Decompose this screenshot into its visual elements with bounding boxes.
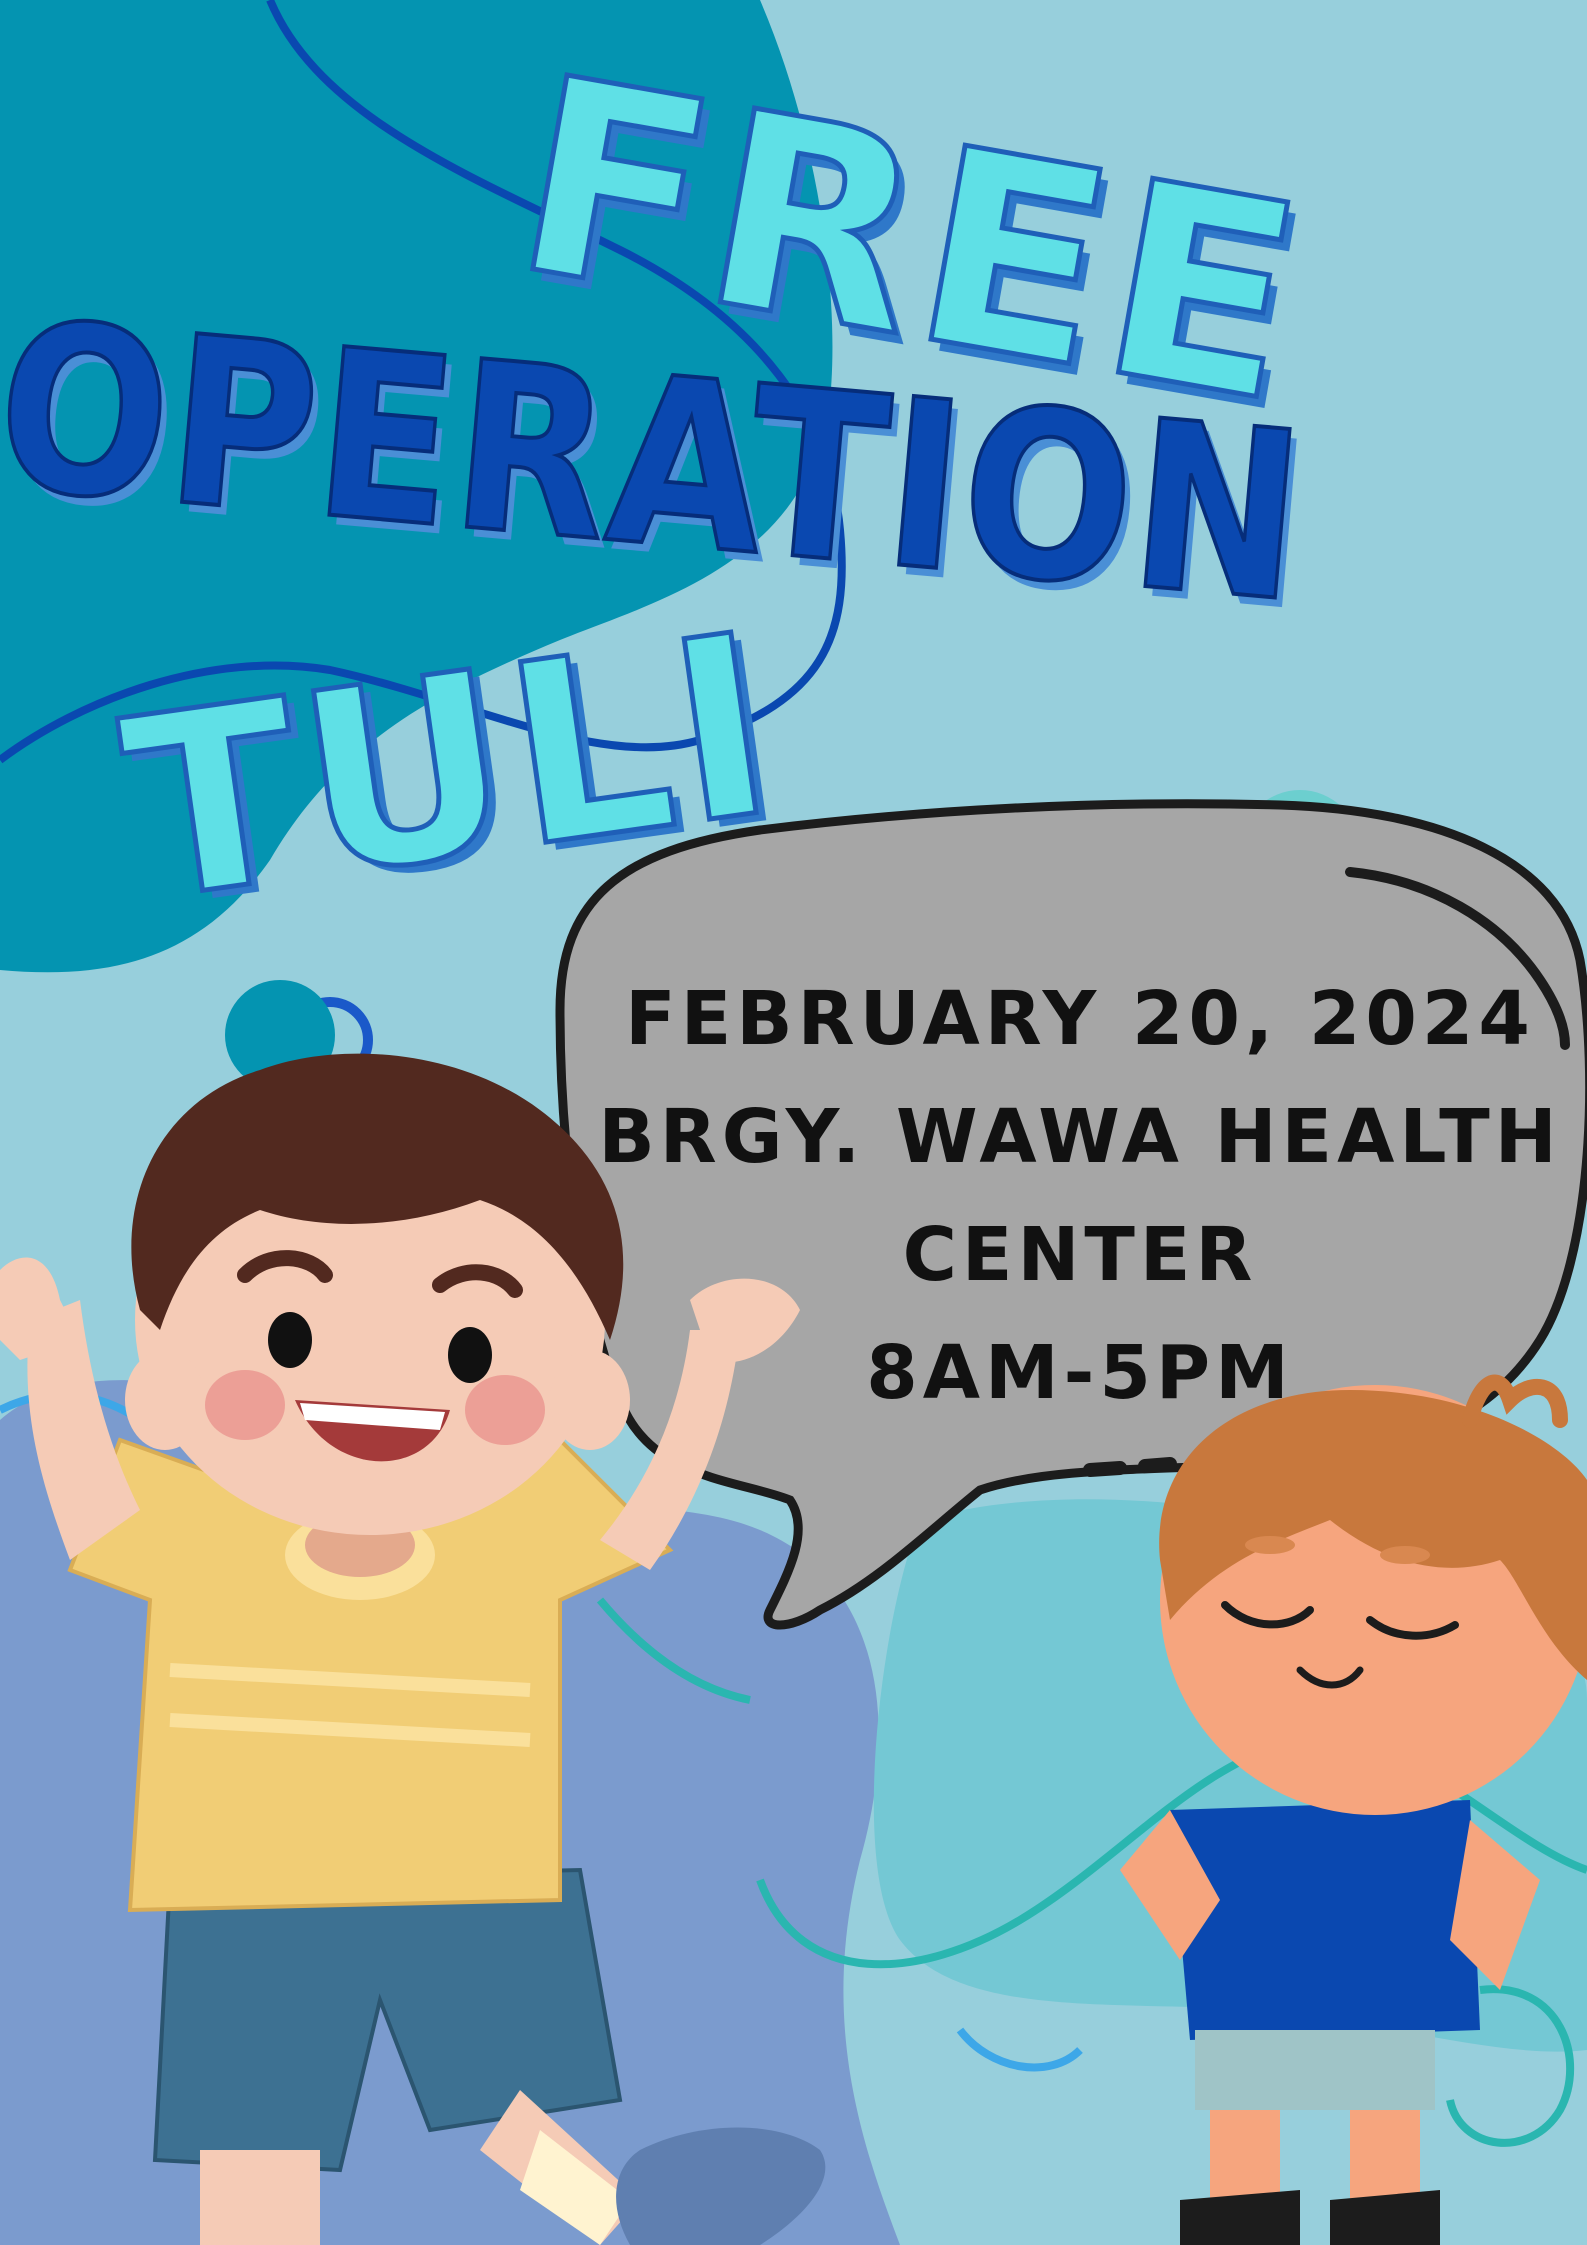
poster: FREE OPERATION TULI FEBRUARY 20, 2024 BR…: [0, 0, 1587, 2245]
event-date: FEBRUARY 20, 2024: [625, 976, 1535, 1062]
event-venue-line1: BRGY. WAWA HEALTH: [598, 1094, 1562, 1180]
event-details: FEBRUARY 20, 2024 BRGY. WAWA HEALTH CENT…: [590, 960, 1570, 1432]
blue-squiggle-2: [956, 2027, 1083, 2072]
event-venue-line2: CENTER: [902, 1212, 1258, 1298]
event-time: 8AM-5PM: [866, 1330, 1294, 1416]
